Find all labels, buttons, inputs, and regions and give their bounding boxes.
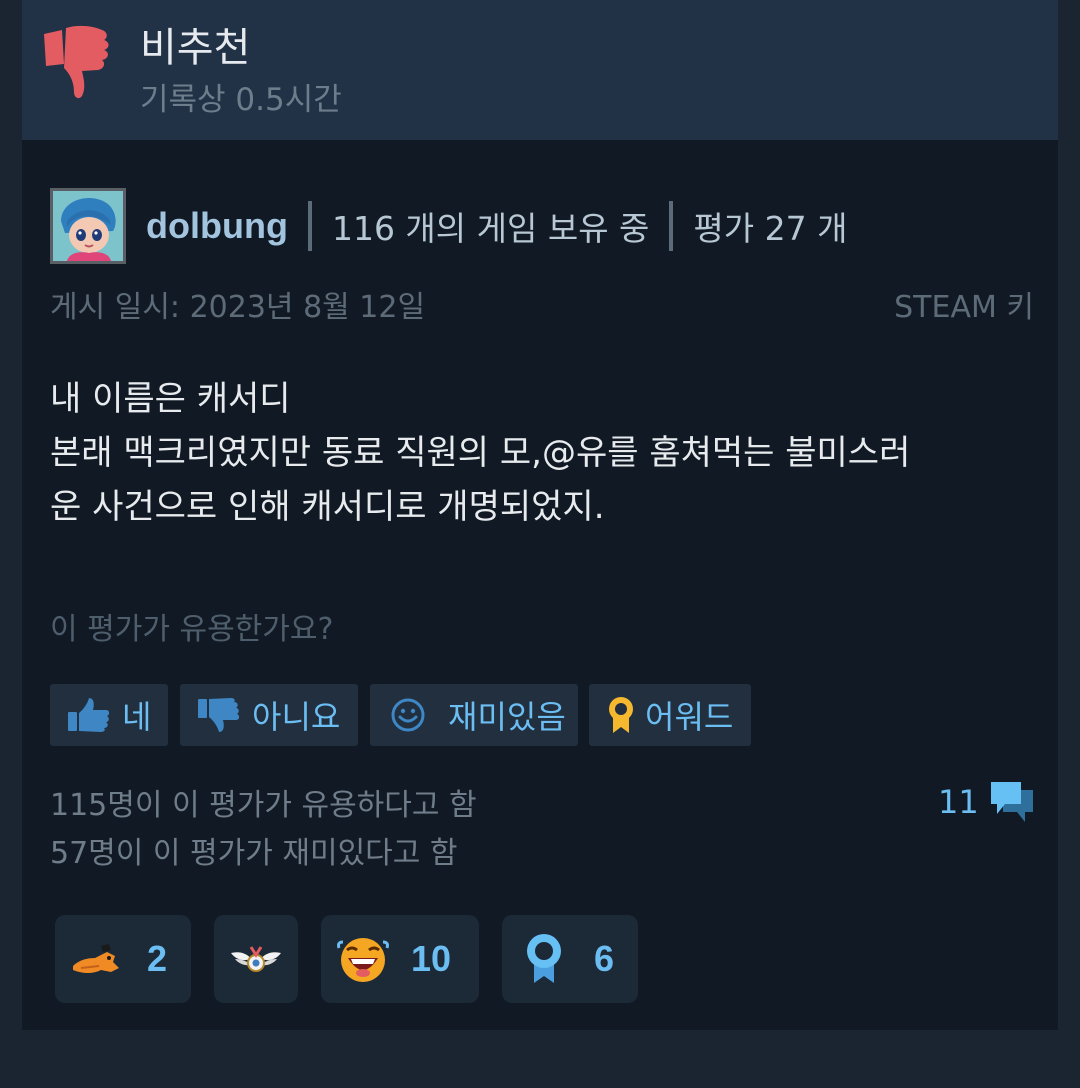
divider — [307, 201, 312, 251]
award-count: 2 — [147, 938, 168, 979]
review-line: 운 사건으로 인해 캐서디로 개명되었지. — [50, 487, 605, 527]
author-info: dolbung 116 개의 게임 보유 중 평가 27 개 — [146, 198, 847, 254]
vote-funny-button[interactable]: 재미있음 — [370, 684, 578, 746]
comment-count: 11 — [938, 783, 979, 821]
review-page: 비추천 기록상 0.5시간 dolbung 116 개의 게임 보유 중 평가 … — [0, 0, 1080, 1088]
divider — [669, 201, 674, 251]
thumbs-down-icon — [44, 25, 109, 99]
award-item[interactable]: 10 — [321, 915, 479, 1003]
vote-funny-label: 재미있음 — [448, 698, 566, 736]
vote-no-button[interactable]: 아니요 — [180, 684, 358, 746]
helpful-question: 이 평가가 유용한가요? — [50, 612, 334, 647]
award-count: 10 — [411, 938, 452, 979]
thumbs-down-icon — [198, 698, 240, 732]
winged-medal-award-icon — [231, 946, 281, 972]
thumbs-up-icon — [68, 698, 110, 732]
helpful-count: 115명이 이 평가가 유용하다고 함 — [50, 788, 477, 823]
avatar-image — [53, 191, 123, 261]
posted-date: 게시 일시: 2023년 8월 12일 — [50, 290, 426, 325]
review-line: 본래 맥크리였지만 동료 직원의 모,@유를 훔쳐먹는 불미스러 — [50, 433, 911, 473]
award-ribbon-icon — [609, 697, 633, 733]
hours-on-record: 기록상 0.5시간 — [140, 82, 342, 118]
smiley-face-icon — [391, 698, 425, 732]
games-owned[interactable]: 116 개의 게임 보유 중 — [332, 202, 649, 250]
review-verdict-header[interactable]: 비추천 기록상 0.5시간 — [22, 0, 1058, 140]
dragon-hand-award-icon — [73, 944, 119, 973]
award-item[interactable]: 2 — [55, 915, 191, 1003]
product-key-type: STEAM 키 — [894, 290, 1034, 325]
author-name[interactable]: dolbung — [146, 205, 288, 247]
comments-link[interactable]: 11 — [938, 780, 1035, 824]
review-text: 내 이름은 캐서디 본래 맥크리였지만 동료 직원의 모,@유를 훔쳐먹는 불미… — [50, 372, 1040, 534]
laughing-face-award-icon — [337, 938, 389, 982]
speech-bubbles-icon — [990, 782, 1033, 822]
funny-count: 57명이 이 평가가 재미있다고 함 — [50, 836, 458, 871]
ribbon-award-icon — [527, 934, 561, 983]
vote-yes-button[interactable]: 네 — [50, 684, 168, 746]
review-line: 내 이름은 캐서디 — [50, 379, 291, 419]
review-card: 비추천 기록상 0.5시간 dolbung 116 개의 게임 보유 중 평가 … — [22, 0, 1058, 1030]
vote-no-label: 아니요 — [252, 698, 341, 736]
avatar[interactable] — [50, 188, 126, 264]
award-item[interactable]: 6 — [502, 915, 638, 1003]
award-button[interactable]: 어워드 — [589, 684, 751, 746]
award-count: 6 — [594, 938, 615, 979]
award-item[interactable] — [214, 915, 298, 1003]
verdict-title: 비추천 — [140, 25, 251, 71]
vote-yes-label: 네 — [122, 698, 152, 736]
reviews-count[interactable]: 평가 27 개 — [693, 202, 847, 250]
award-label: 어워드 — [645, 698, 734, 736]
